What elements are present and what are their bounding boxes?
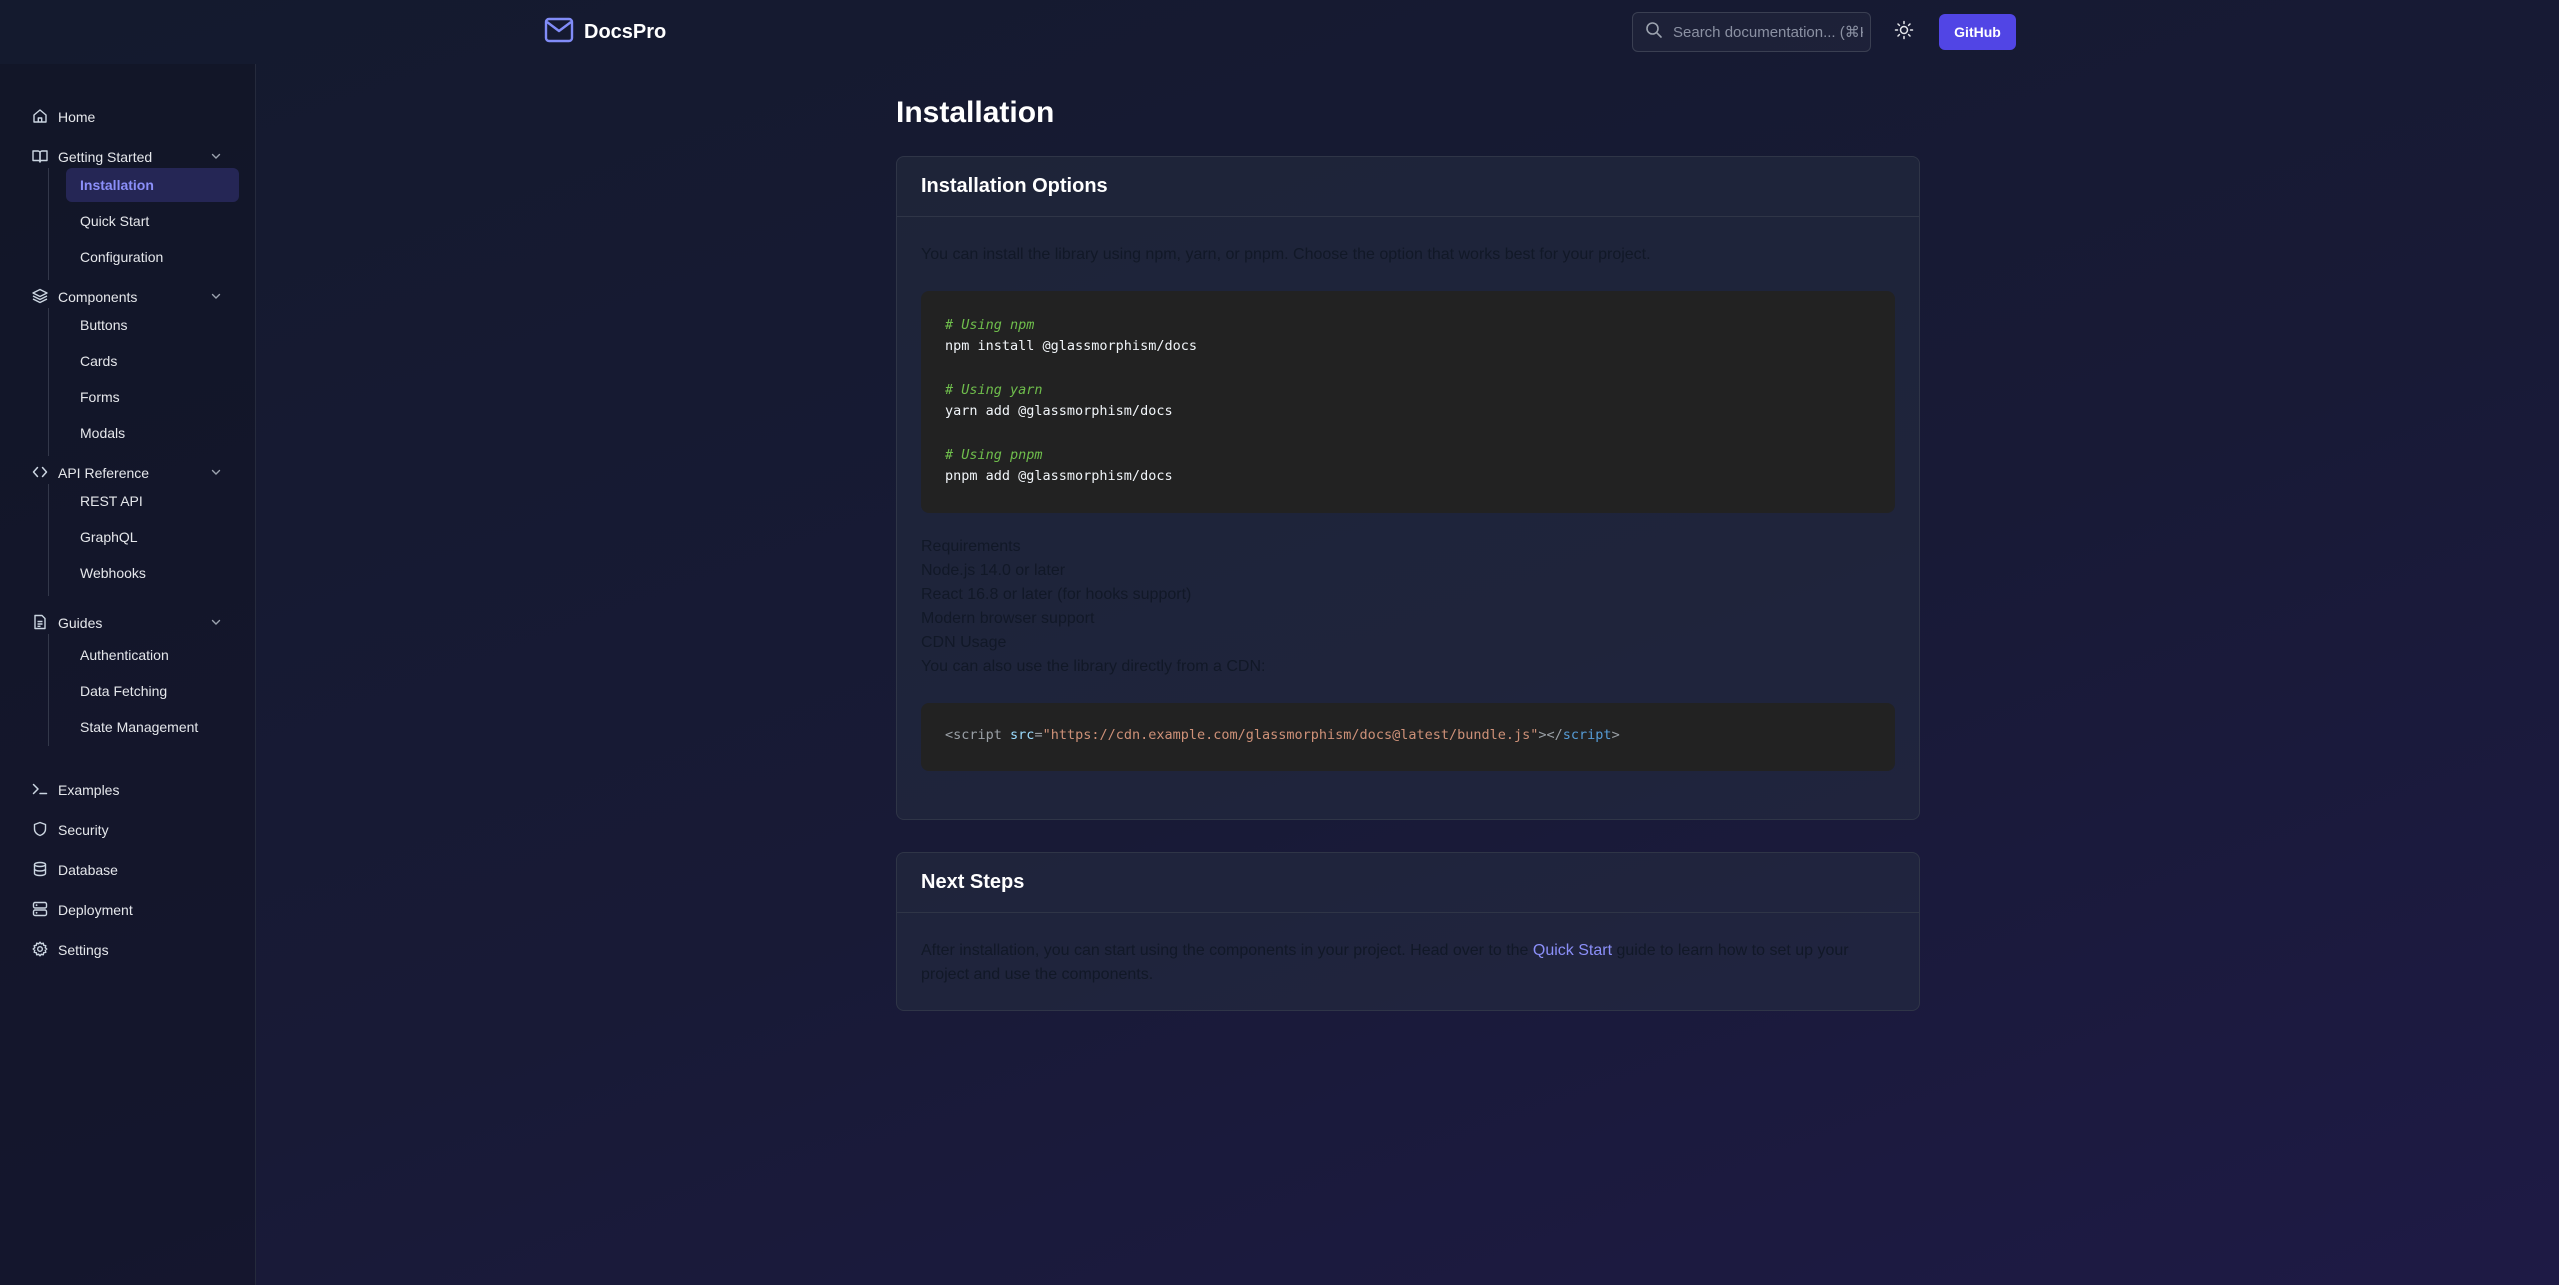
next-steps-text-end: guide to learn how to set up your (1612, 942, 1849, 959)
sidebar-item-security[interactable]: Security (32, 819, 222, 841)
next-steps-text: After installation, you can start using … (921, 939, 1901, 987)
sidebar-item-installation[interactable]: Installation (66, 168, 239, 202)
submenu-divider (48, 308, 49, 456)
code-line: yarn add @glassmorphism/docs (945, 403, 1173, 419)
requirement-item: Modern browser support (921, 610, 1095, 627)
code-eq: = (1034, 727, 1043, 743)
code-attr: src (1010, 727, 1035, 743)
sidebar-item-label: Guides (58, 615, 103, 631)
submenu-divider (48, 484, 49, 596)
sidebar-item-label: Settings (58, 942, 109, 958)
sidebar-item-quick-start[interactable]: Quick Start (66, 204, 239, 238)
code-string: "https://cdn.example.com/glassmorphism/d… (1042, 727, 1539, 743)
github-button[interactable]: GitHub (1939, 14, 2016, 50)
sidebar-item-deployment[interactable]: Deployment (32, 899, 222, 921)
cdn-code-block[interactable]: <script src="https://cdn.example.com/gla… (921, 703, 1895, 771)
sidebar-nav: Home Getting Started Installation Quick … (0, 64, 256, 1285)
code-line: pnpm add @glassmorphism/docs (945, 468, 1173, 484)
sidebar-item-modals[interactable]: Modals (66, 416, 239, 450)
top-header: DocsPro GitHub (0, 0, 2559, 64)
sidebar-item-guides[interactable]: Guides (32, 612, 222, 634)
search-icon (1645, 21, 1663, 44)
code-tag-open: <script (945, 727, 1002, 743)
shield-icon (32, 821, 48, 840)
code-close-gt: > (1611, 727, 1620, 743)
code-close-open: </ (1546, 727, 1563, 743)
sidebar-item-label: API Reference (58, 465, 150, 481)
mail-icon (544, 17, 574, 48)
sidebar-item-data-fetching[interactable]: Data Fetching (66, 674, 239, 708)
home-icon (32, 108, 48, 127)
card-title: Installation Options (897, 157, 1919, 217)
installation-options-card: Installation Options You can install the… (896, 156, 1920, 820)
requirements-list: Requirements Node.js 14.0 or later React… (921, 535, 1265, 679)
sidebar-item-forms[interactable]: Forms (66, 380, 239, 414)
sidebar-item-buttons[interactable]: Buttons (66, 308, 239, 342)
brand-name: DocsPro (584, 20, 667, 43)
requirement-item: React 16.8 or later (for hooks support) (921, 586, 1192, 603)
next-steps-card: Next Steps After installation, you can s… (896, 852, 1920, 1011)
sidebar-item-label: Components (58, 289, 138, 305)
sidebar-item-api-reference[interactable]: API Reference (32, 462, 222, 484)
submenu-divider (48, 634, 49, 746)
sidebar-item-authentication[interactable]: Authentication (66, 638, 239, 672)
gear-icon (32, 941, 48, 960)
theme-toggle-button[interactable] (1890, 18, 1918, 46)
sidebar-item-home[interactable]: Home (32, 106, 222, 128)
code-comment: # Using yarn (945, 382, 1043, 398)
sidebar-item-examples[interactable]: Examples (32, 779, 222, 801)
submenu-divider (48, 168, 49, 280)
requirement-item: Node.js 14.0 or later (921, 562, 1066, 579)
page-title: Installation (896, 96, 1055, 129)
code-icon (32, 464, 48, 483)
sidebar-item-getting-started[interactable]: Getting Started (32, 146, 222, 168)
sidebar-item-settings[interactable]: Settings (32, 939, 222, 961)
sidebar-item-cards[interactable]: Cards (66, 344, 239, 378)
sidebar-item-state-management[interactable]: State Management (66, 710, 239, 744)
chevron-down-icon (210, 289, 222, 305)
next-steps-text-start: After installation, you can start using … (921, 942, 1533, 959)
requirements-heading: Requirements (921, 538, 1021, 555)
code-close-tag: script (1562, 727, 1612, 743)
book-open-icon (32, 148, 48, 167)
code-line: npm install @glassmorphism/docs (945, 338, 1197, 354)
server-icon (32, 901, 48, 920)
code-gt: > (1538, 727, 1547, 743)
chevron-down-icon (210, 149, 222, 165)
install-code-block[interactable]: # Using npm npm install @glassmorphism/d… (921, 291, 1895, 513)
sidebar-item-label: Home (58, 109, 96, 125)
cdn-text: You can also use the library directly fr… (921, 658, 1266, 675)
code-comment: # Using npm (945, 317, 1035, 333)
sidebar-item-label: Database (58, 862, 118, 878)
sidebar-item-components[interactable]: Components (32, 286, 222, 308)
next-steps-text-line2: project and use the components. (921, 966, 1154, 983)
terminal-icon (32, 781, 48, 800)
card-title: Next Steps (897, 853, 1919, 913)
brand-logo-link[interactable]: DocsPro (544, 16, 666, 48)
sidebar-item-label: Getting Started (58, 149, 153, 165)
sidebar-item-label: Examples (58, 782, 120, 798)
sidebar-item-database[interactable]: Database (32, 859, 222, 881)
sidebar-item-label: Deployment (58, 902, 133, 918)
search-input[interactable] (1673, 23, 1863, 41)
chevron-down-icon (210, 465, 222, 481)
code-comment: # Using pnpm (945, 447, 1043, 463)
file-text-icon (32, 614, 48, 633)
intro-text: You can install the library using npm, y… (921, 246, 1651, 263)
sidebar-item-graphql[interactable]: GraphQL (66, 520, 239, 554)
cdn-heading: CDN Usage (921, 634, 1007, 651)
sidebar-item-rest-api[interactable]: REST API (66, 484, 239, 518)
sidebar-item-label: Security (58, 822, 109, 838)
database-icon (32, 861, 48, 880)
sidebar-item-webhooks[interactable]: Webhooks (66, 556, 239, 590)
chevron-down-icon (210, 615, 222, 631)
sun-icon (1894, 20, 1914, 45)
quick-start-link[interactable]: Quick Start (1533, 942, 1612, 959)
search-box[interactable] (1632, 12, 1871, 52)
code-line: <script src="https://cdn.example.com/gla… (945, 727, 1620, 743)
sidebar-item-configuration[interactable]: Configuration (66, 240, 239, 274)
layers-icon (32, 288, 48, 307)
